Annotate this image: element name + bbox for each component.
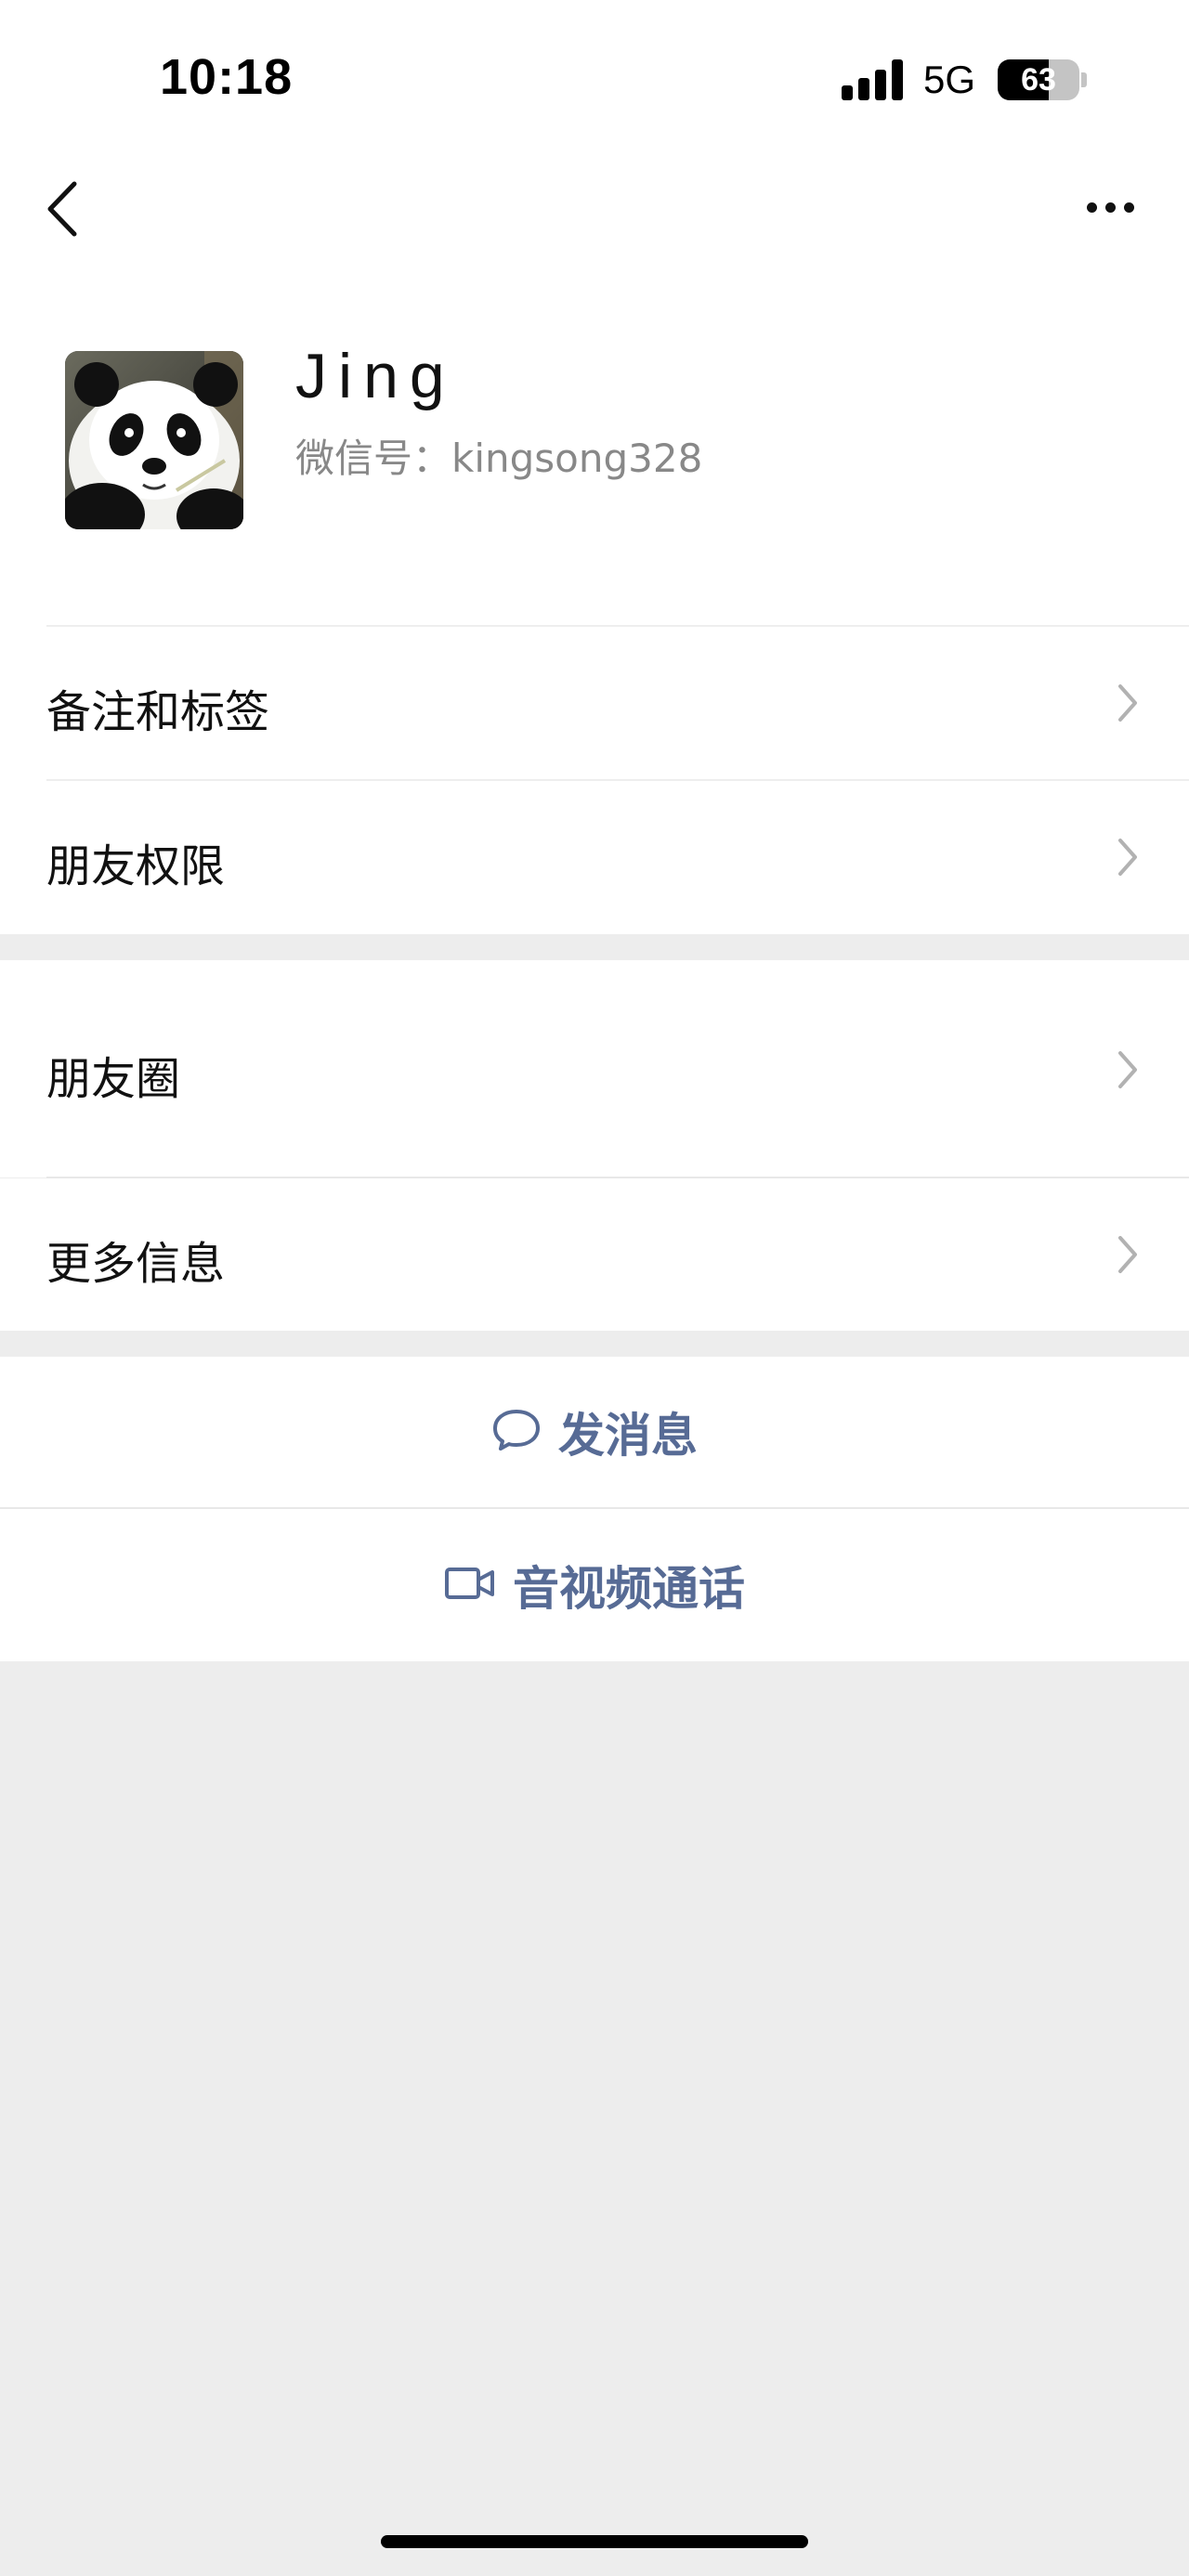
chevron-left-icon[interactable] [39, 176, 85, 241]
section-gap [0, 934, 1189, 960]
battery-icon: 63 [998, 59, 1079, 100]
row-label: 朋友圈 [46, 1053, 181, 1105]
row-remarks-tags[interactable]: 备注和标签 [0, 627, 1189, 779]
battery-percent: 63 [1021, 62, 1056, 98]
cellular-signal-icon [842, 59, 905, 100]
send-message-label: 发消息 [558, 1409, 698, 1463]
row-label: 朋友权限 [46, 840, 226, 892]
row-label: 备注和标签 [46, 686, 270, 738]
video-call-label: 音视频通话 [513, 1562, 745, 1616]
row-moments[interactable]: 朋友圈 [0, 960, 1189, 1177]
ellipsis-icon[interactable] [1078, 182, 1144, 234]
wechat-id: 微信号：kingsong328 [295, 436, 703, 481]
chevron-right-icon [1111, 1047, 1143, 1092]
status-time: 10:18 [160, 49, 294, 105]
section-gap [0, 1331, 1189, 1357]
chevron-right-icon [1111, 835, 1143, 879]
row-label: 更多信息 [46, 1238, 226, 1290]
battery-cap [1081, 72, 1087, 87]
profile-name: Jing [295, 341, 456, 411]
panda-avatar[interactable] [65, 351, 243, 529]
row-friend-permissions[interactable]: 朋友权限 [0, 781, 1189, 933]
chevron-right-icon [1111, 1232, 1143, 1277]
chevron-right-icon [1111, 681, 1143, 725]
row-more-info[interactable]: 更多信息 [0, 1178, 1189, 1331]
video-call-button[interactable]: 音视频通话 [0, 1509, 1189, 1661]
home-indicator[interactable] [381, 2535, 808, 2548]
network-type: 5G [923, 58, 976, 101]
send-message-button[interactable]: 发消息 [0, 1357, 1189, 1507]
chat-bubble-icon [491, 1407, 542, 1457]
video-camera-icon [444, 1565, 496, 1606]
